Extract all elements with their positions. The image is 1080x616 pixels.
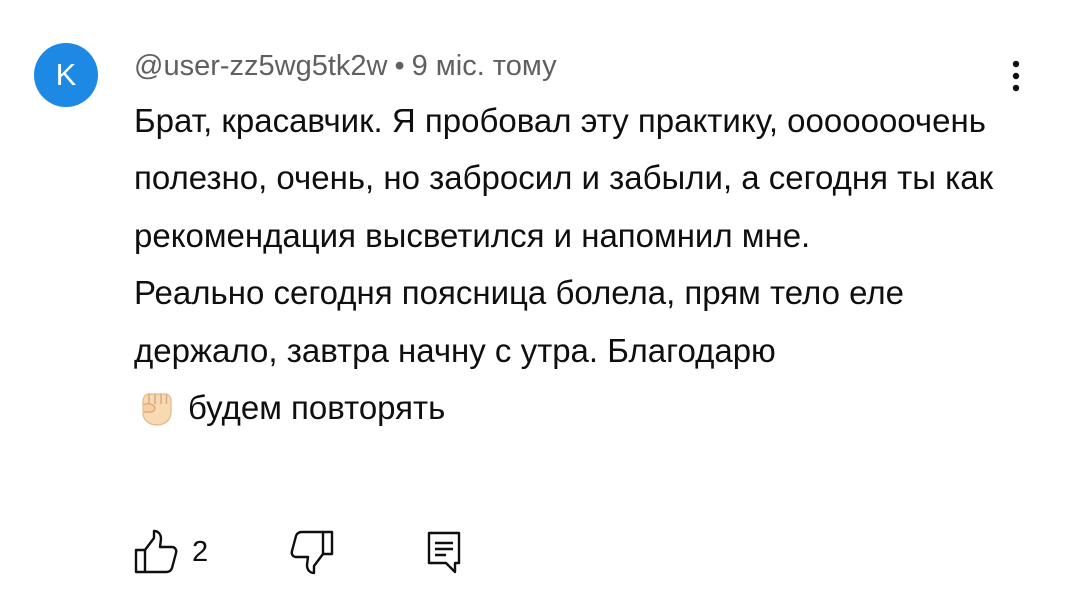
avatar[interactable]: K bbox=[34, 43, 98, 107]
comment-text: Брат, красавчик. Я пробовал эту практику… bbox=[134, 92, 1034, 436]
thumbs-down-icon bbox=[290, 530, 334, 575]
timestamp: 9 міс. тому bbox=[411, 50, 557, 82]
dislike-button[interactable] bbox=[286, 524, 338, 580]
raised-fist-emoji-icon bbox=[142, 393, 172, 426]
avatar-letter: K bbox=[55, 57, 77, 92]
username[interactable]: @user-zz5wg5tk2w bbox=[134, 50, 387, 82]
thumbs-up-icon bbox=[134, 529, 178, 574]
comment-paragraph: Брат, красавчик. Я пробовал эту практику… bbox=[134, 102, 994, 254]
closing-text: будем повторять bbox=[188, 389, 446, 427]
reply-comment-icon bbox=[427, 531, 461, 574]
more-options-button[interactable] bbox=[1000, 56, 1032, 96]
comment-closing-line: будем повторять bbox=[134, 379, 1034, 436]
like-count: 2 bbox=[192, 536, 209, 568]
reply-button[interactable] bbox=[424, 524, 464, 580]
meta-separator: • bbox=[394, 50, 405, 82]
comment-paragraph: Реально сегодня поясница болела, прям те… bbox=[134, 274, 905, 369]
more-vertical-icon bbox=[1012, 60, 1020, 92]
comment-meta: @user-zz5wg5tk2w • 9 міс. тому bbox=[134, 48, 557, 84]
like-button[interactable]: 2 bbox=[130, 524, 208, 580]
